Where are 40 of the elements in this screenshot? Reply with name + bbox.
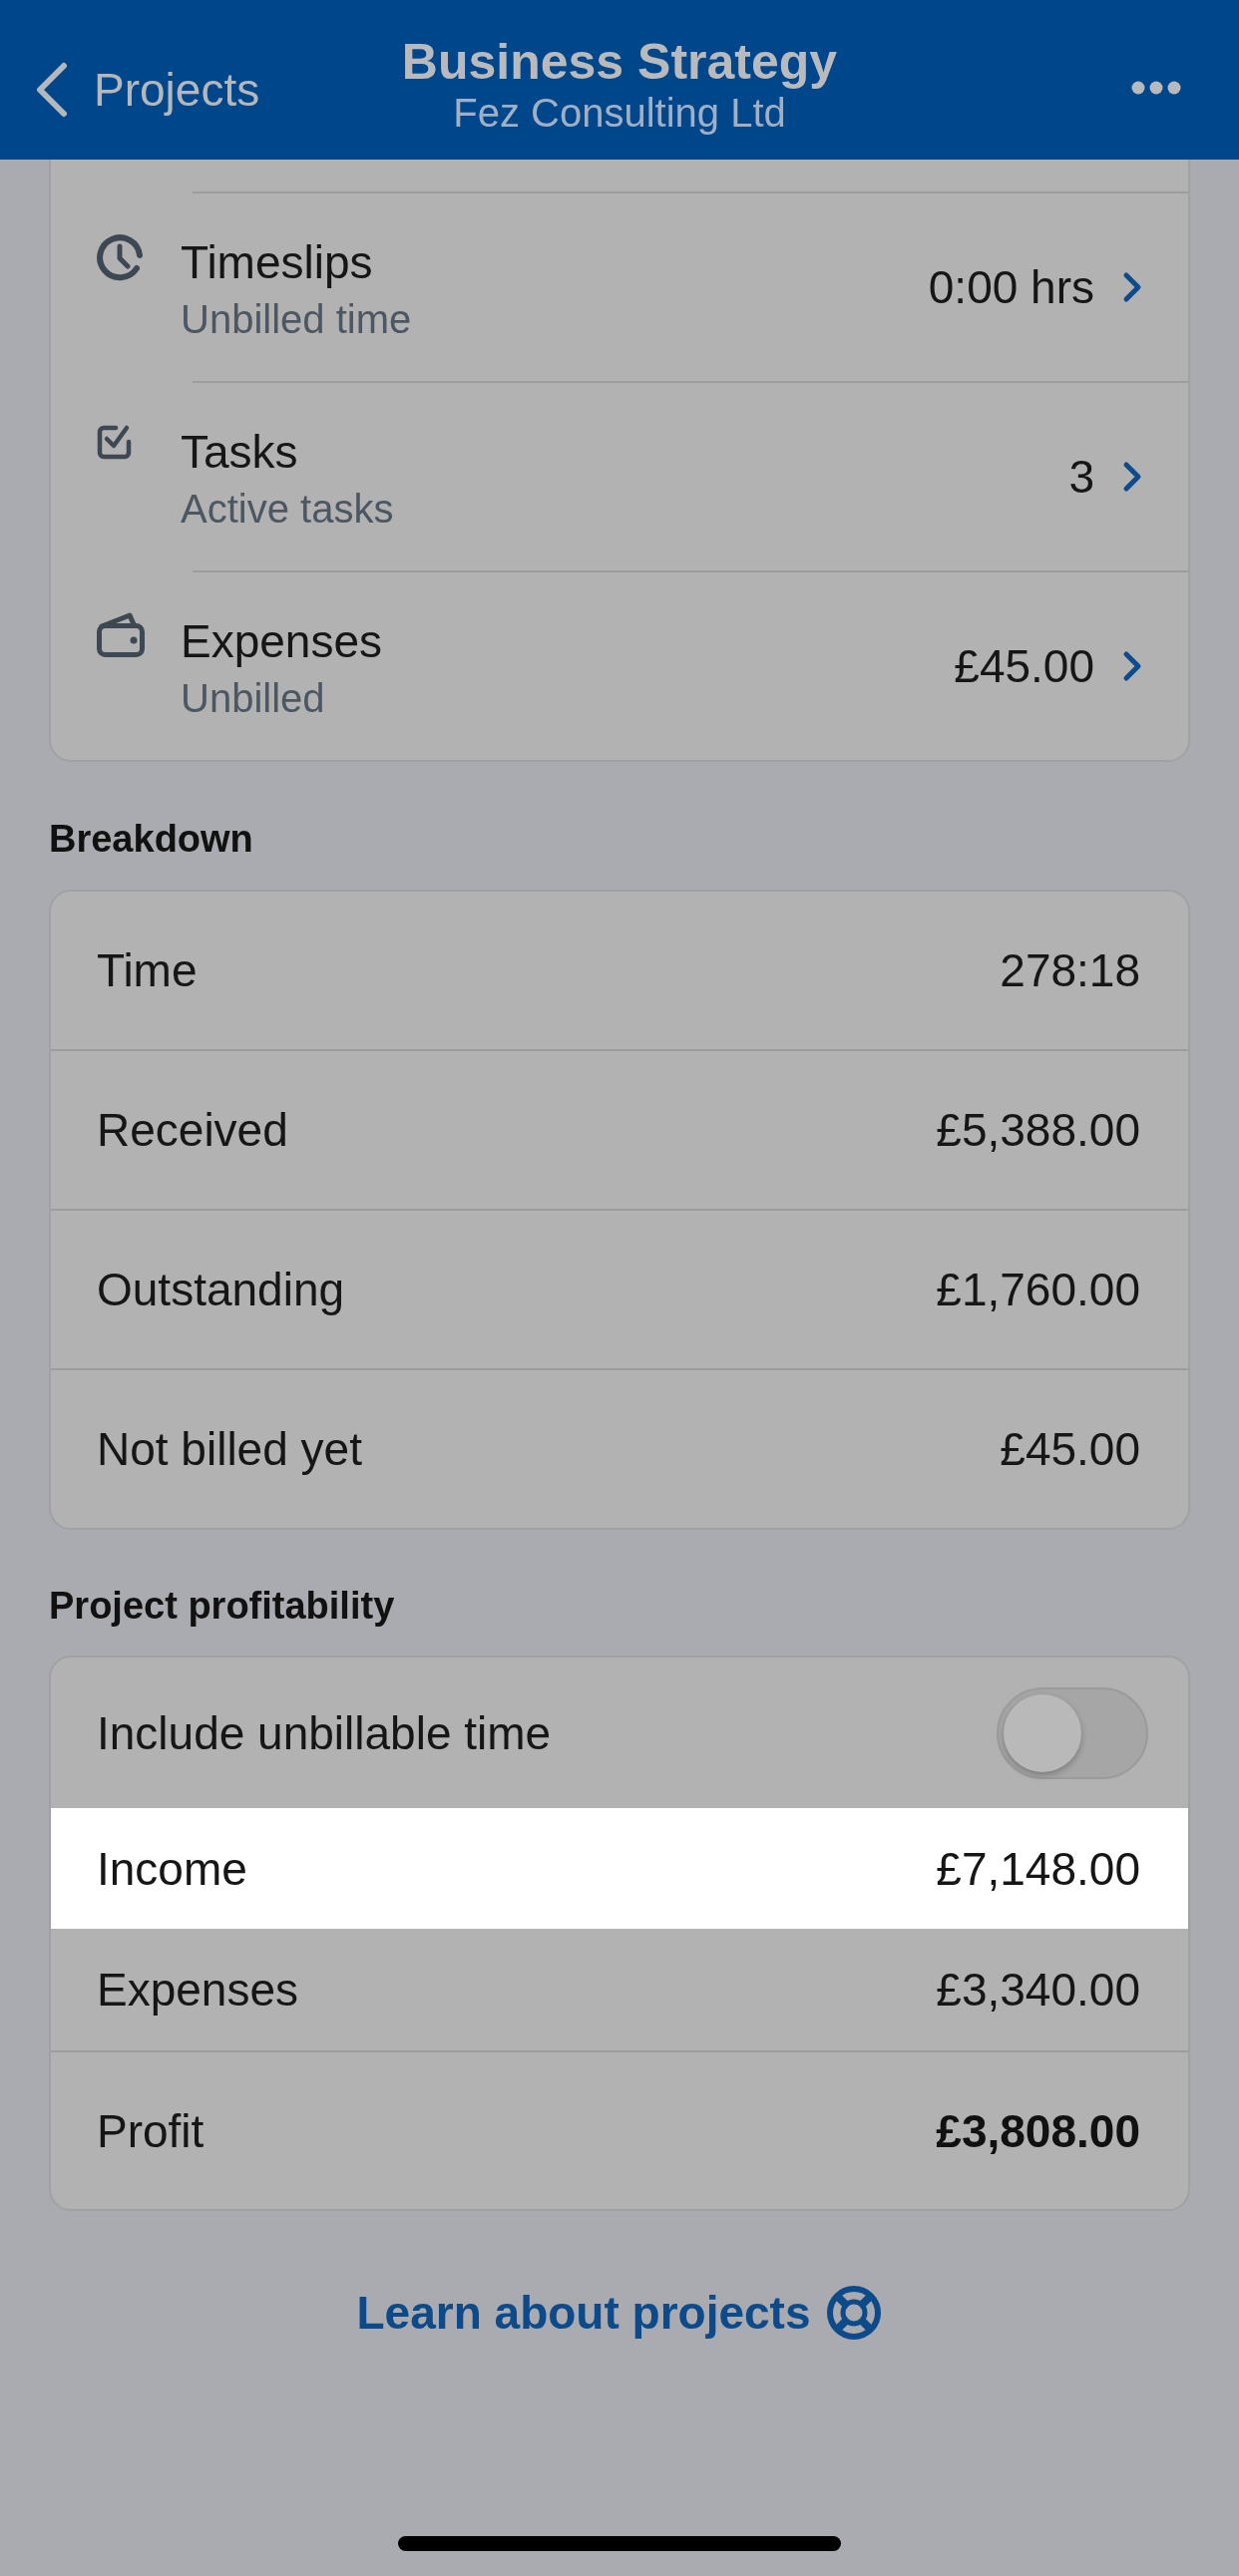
chevron-right-icon[interactable] [1122,271,1142,303]
row-value: £5,388.00 [936,1103,1140,1158]
row-value: 3 [1068,450,1094,505]
row-title: Tasks [181,425,298,480]
row-value: £45.00 [1000,1422,1140,1477]
checkbox-icon [96,423,134,461]
wallet-icon [96,612,146,658]
row-value: £3,808.00 [936,2103,1140,2159]
toggle-label: Include unbillable time [97,1705,552,1761]
row-label: Outstanding [97,1263,345,1317]
back-chevron-icon [34,62,70,118]
row-value: £7,148.00 [936,1841,1140,1897]
row-subtitle: Active tasks [181,486,394,533]
chevron-right-icon[interactable] [1122,650,1142,682]
row-value: £3,340.00 [936,1963,1140,2018]
section-heading: Project profitability [49,1584,395,1629]
row-title: Expenses [181,614,382,669]
row-title: Timeslips [181,235,373,290]
more-options-icon [1131,81,1181,95]
section-heading: Breakdown [49,817,253,862]
row-subtitle: Unbilled time [181,296,412,343]
row-subtitle: Unbilled [181,675,325,722]
learn-link[interactable]: Learn about projects [356,2283,883,2343]
row-value: £1,760.00 [936,1263,1140,1317]
lifebuoy-icon [826,2285,883,2341]
screen-title: Business Strategy [401,34,838,90]
row-label: Received [97,1103,288,1158]
row-label: Expenses [97,1963,298,2018]
clock-icon [96,233,146,283]
row-value: £45.00 [954,639,1094,694]
row-label: Not billed yet [97,1422,362,1477]
row-label: Income [97,1841,247,1897]
row-value: 278:18 [1000,943,1140,998]
row-label: Profit [97,2103,205,2159]
screen-subtitle: Fez Consulting Ltd [453,90,786,136]
more-button[interactable] [1131,81,1181,95]
row-value: 0:00 hrs [928,260,1094,315]
chevron-right-icon[interactable] [1122,461,1142,493]
back-button[interactable]: Projects [34,62,260,118]
row-label: Time [97,943,198,998]
